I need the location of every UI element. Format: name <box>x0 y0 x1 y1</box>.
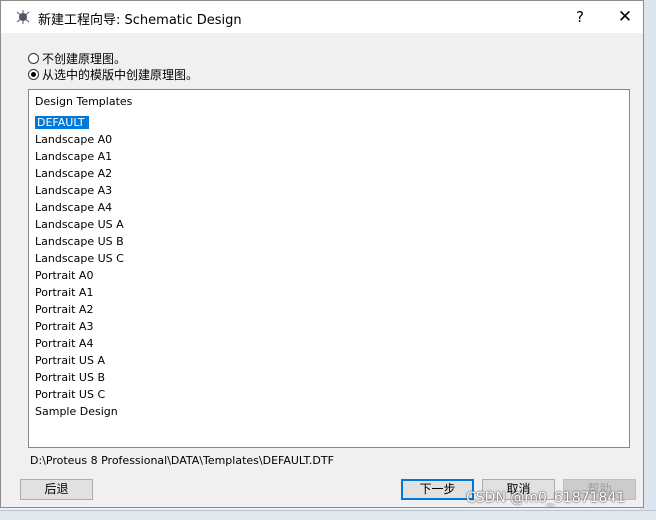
template-item[interactable]: Landscape US A <box>33 216 126 233</box>
close-icon[interactable]: ✕ <box>611 6 639 28</box>
design-templates-list[interactable]: Design Templates DEFAULT Landscape A0 La… <box>28 89 630 448</box>
radio-button-checked[interactable] <box>28 68 39 80</box>
template-item[interactable]: Portrait US A <box>33 352 126 369</box>
template-item[interactable]: Landscape A1 <box>33 148 126 165</box>
template-item[interactable]: Portrait US C <box>33 386 126 403</box>
proteus-app-icon <box>15 9 31 25</box>
window-title: 新建工程向导: Schematic Design <box>38 13 242 28</box>
template-items: DEFAULT Landscape A0 Landscape A1 Landsc… <box>33 114 126 420</box>
template-item[interactable]: Portrait US B <box>33 369 126 386</box>
template-item[interactable]: Portrait A4 <box>33 335 126 352</box>
next-button[interactable]: 下一步 <box>401 479 474 500</box>
template-item[interactable]: Portrait A2 <box>33 301 126 318</box>
template-item[interactable]: Landscape A2 <box>33 165 126 182</box>
template-item[interactable]: Landscape US C <box>33 250 126 267</box>
radio-from-template[interactable]: 从选中的模版中创建原理图。 <box>28 66 198 82</box>
help-icon[interactable]: ? <box>567 7 593 27</box>
template-item[interactable]: Portrait A0 <box>33 267 126 284</box>
template-path: D:\Proteus 8 Professional\DATA\Templates… <box>30 454 334 467</box>
template-item[interactable]: Portrait A1 <box>33 284 126 301</box>
new-project-wizard-dialog: 新建工程向导: Schematic Design ? ✕ 不创建原理图。 从选中… <box>0 0 644 508</box>
back-button[interactable]: 后退 <box>20 479 93 500</box>
radio-label-from-template: 从选中的模版中创建原理图。 <box>42 67 199 82</box>
template-item[interactable]: Landscape A0 <box>33 131 126 148</box>
template-item[interactable]: Landscape A4 <box>33 199 126 216</box>
template-item[interactable]: Sample Design <box>33 403 126 420</box>
title-bar: 新建工程向导: Schematic Design ? ✕ <box>1 1 643 33</box>
radio-label-no-schematic: 不创建原理图。 <box>42 51 127 66</box>
template-item-label: DEFAULT <box>35 116 89 129</box>
template-item-default[interactable]: DEFAULT <box>33 114 126 131</box>
csdn-watermark: CSDN @m0_61871841 <box>466 490 626 506</box>
template-item[interactable]: Portrait A3 <box>33 318 126 335</box>
radio-no-schematic[interactable]: 不创建原理图。 <box>28 50 126 66</box>
template-item[interactable]: Landscape US B <box>33 233 126 250</box>
template-item[interactable]: Landscape A3 <box>33 182 126 199</box>
templates-header: Design Templates <box>35 95 133 108</box>
radio-button[interactable] <box>28 52 39 64</box>
